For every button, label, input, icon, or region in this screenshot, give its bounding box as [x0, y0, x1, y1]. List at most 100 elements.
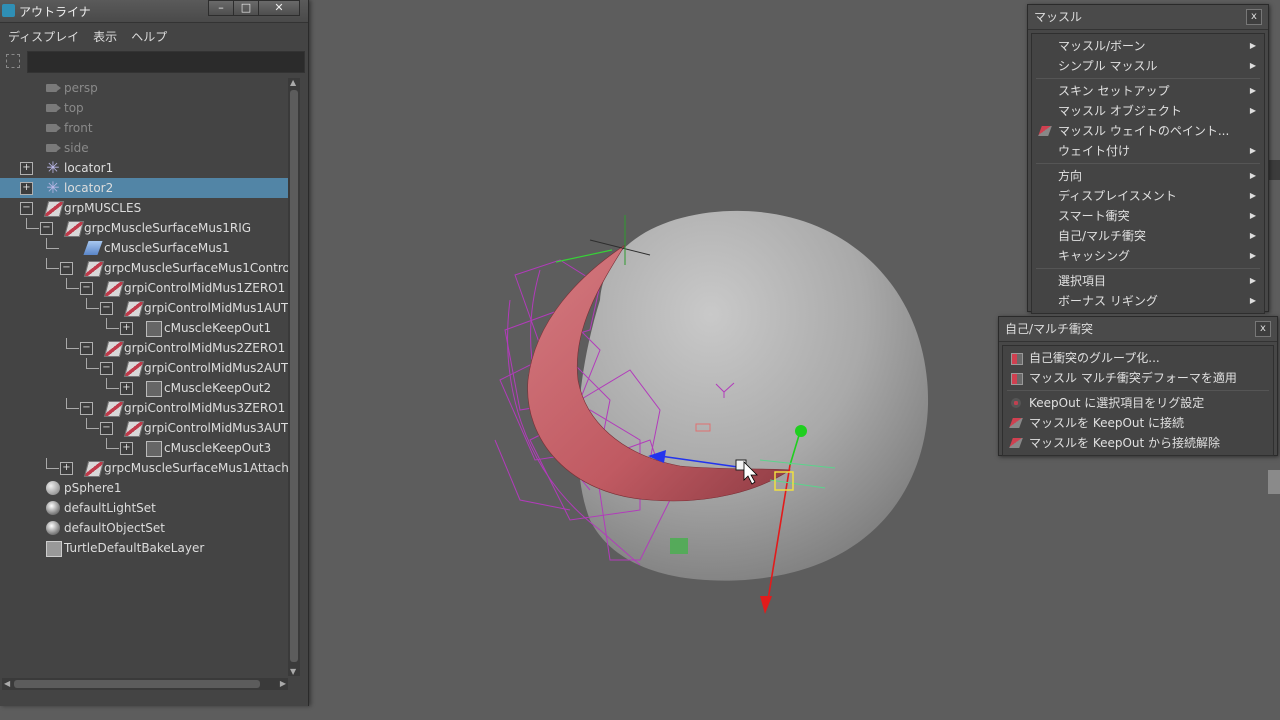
locator-icon: ✳ [46, 178, 60, 197]
outliner-item[interactable]: cMuscleSurfaceMus1 [0, 238, 288, 258]
outliner-item[interactable]: + grpcMuscleSurfaceMus1Attaches [0, 458, 288, 478]
group-icon [43, 201, 65, 217]
outliner-item-label: grpcMuscleSurfaceMus1Controls [104, 261, 288, 275]
outliner-item[interactable]: + ✳ locator1 [0, 158, 288, 178]
submenu-arrow-icon: ▶ [1249, 61, 1256, 70]
collapse-icon[interactable]: − [80, 282, 93, 295]
menu-separator [1036, 78, 1260, 79]
outliner-item[interactable]: persp [0, 78, 288, 98]
expand-icon[interactable]: + [20, 162, 33, 175]
muscle-surface-icon [83, 241, 103, 255]
search-input[interactable] [27, 51, 305, 73]
expand-icon[interactable]: + [120, 322, 133, 335]
outliner-item[interactable]: defaultObjectSet [0, 518, 288, 538]
collision-menu-window: 自己/マルチ衝突 x 自己衝突のグループ化... マッスル マルチ衝突デフォーマを… [998, 316, 1278, 456]
outliner-item[interactable]: TurtleDefaultBakeLayer [0, 538, 288, 558]
outliner-item[interactable]: − grpiControlMidMus1AUTO1 [0, 298, 288, 318]
vertical-scrollbar[interactable]: ▲ ▼ [288, 78, 300, 676]
muscle-menu-item[interactable]: キャッシング ▶ [1032, 246, 1264, 266]
outliner-item-label: persp [64, 81, 98, 95]
horizontal-scroll-thumb[interactable] [14, 680, 260, 688]
outliner-item[interactable]: + cMuscleKeepOut2 [0, 378, 288, 398]
collapse-icon[interactable]: − [20, 202, 33, 215]
collapse-icon[interactable]: − [60, 262, 73, 275]
muscle-menu-item[interactable]: マッスル ウェイトのペイント... [1032, 121, 1264, 141]
maximize-button[interactable]: □ [233, 0, 259, 16]
outliner-item[interactable]: − grpiControlMidMus2AUTO1 [0, 358, 288, 378]
outliner-item[interactable]: − grpiControlMidMus3ZERO1 [0, 398, 288, 418]
submenu-arrow-icon: ▶ [1249, 86, 1256, 95]
outliner-item[interactable]: side [0, 138, 288, 158]
muscle-menu-close-button[interactable]: x [1246, 9, 1262, 25]
collision-menu-item[interactable]: KeepOut に選択項目をリグ設定 [1003, 393, 1273, 413]
search-row [0, 49, 308, 73]
expand-icon[interactable]: + [60, 462, 73, 475]
muscle-menu-item[interactable]: ボーナス リギング ▶ [1032, 291, 1264, 311]
scroll-right-arrow[interactable]: ▶ [280, 679, 286, 688]
collision-menu-titlebar[interactable]: 自己/マルチ衝突 x [999, 317, 1277, 342]
horizontal-scrollbar[interactable]: ◀ ▶ [2, 678, 288, 690]
locator-icon: ✳ [46, 158, 60, 177]
outliner-item[interactable]: defaultLightSet [0, 498, 288, 518]
collapse-icon[interactable]: − [100, 422, 113, 435]
outliner-titlebar[interactable]: アウトライナ – □ ✕ [0, 0, 308, 23]
outliner-item[interactable]: pSphere1 [0, 478, 288, 498]
muscle-menu-item[interactable]: 選択項目 ▶ [1032, 271, 1264, 291]
collapse-icon[interactable]: − [100, 302, 113, 315]
muscle-menu-item[interactable]: スマート衝突 ▶ [1032, 206, 1264, 226]
scroll-down-arrow[interactable]: ▼ [290, 667, 296, 676]
outliner-item[interactable]: + ✳ locator2 [0, 178, 288, 198]
muscle-menu-item[interactable]: 自己/マルチ衝突 ▶ [1032, 226, 1264, 246]
menu-show[interactable]: 表示 [93, 28, 117, 45]
set-icon [46, 521, 60, 535]
collapse-icon[interactable]: − [100, 362, 113, 375]
outliner-item[interactable]: front [0, 118, 288, 138]
collision-menu-close-button[interactable]: x [1255, 321, 1271, 337]
sphere-mesh[interactable] [577, 210, 929, 581]
scroll-up-arrow[interactable]: ▲ [290, 78, 296, 87]
muscle-menu-item-label: 自己/マルチ衝突 [1058, 229, 1147, 243]
expand-icon[interactable]: + [120, 382, 133, 395]
close-button[interactable]: ✕ [258, 0, 300, 16]
collapse-icon[interactable]: − [40, 222, 53, 235]
outliner-item[interactable]: − grpcMuscleSurfaceMus1RIG [0, 218, 288, 238]
minimize-button[interactable]: – [208, 0, 234, 16]
muscle-menu-item[interactable]: マッスル オブジェクト ▶ [1032, 101, 1264, 121]
vertical-scroll-thumb[interactable] [290, 90, 298, 662]
muscle-menu-item[interactable]: 方向 ▶ [1032, 166, 1264, 186]
expand-icon[interactable]: + [20, 182, 33, 195]
menu-help[interactable]: ヘルプ [131, 28, 167, 45]
outliner-item[interactable]: − grpMUSCLES [0, 198, 288, 218]
outliner-item[interactable]: + cMuscleKeepOut1 [0, 318, 288, 338]
menu-separator [1036, 163, 1260, 164]
filter-icon[interactable] [6, 54, 20, 68]
keepout-icon [146, 321, 162, 337]
outliner-item[interactable]: − grpcMuscleSurfaceMus1Controls [0, 258, 288, 278]
collision-menu-item[interactable]: 自己衝突のグループ化... [1003, 348, 1273, 368]
outliner-item[interactable]: − grpiControlMidMus2ZERO1 [0, 338, 288, 358]
menu-display[interactable]: ディスプレイ [8, 28, 79, 45]
outliner-item[interactable]: + cMuscleKeepOut3 [0, 438, 288, 458]
collision-menu-item[interactable]: マッスルを KeepOut に接続 [1003, 413, 1273, 433]
outliner-item-label: cMuscleSurfaceMus1 [104, 241, 230, 255]
muscle-menu-item[interactable]: マッスル/ボーン ▶ [1032, 36, 1264, 56]
outliner-item[interactable]: top [0, 98, 288, 118]
collision-menu-item[interactable]: マッスルを KeepOut から接続解除 [1003, 433, 1273, 453]
collision-menu-item-label: マッスルを KeepOut に接続 [1029, 416, 1185, 430]
collision-deformer-icon [1011, 373, 1023, 385]
outliner-item[interactable]: − grpiControlMidMus3AUTO1 [0, 418, 288, 438]
muscle-menu-titlebar[interactable]: マッスル x [1028, 5, 1268, 30]
expand-icon[interactable]: + [120, 442, 133, 455]
muscle-menu-item[interactable]: シンプル マッスル ▶ [1032, 56, 1264, 76]
group-icon [123, 301, 145, 317]
move-z-arrow [760, 596, 772, 614]
muscle-menu-item[interactable]: ウェイト付け ▶ [1032, 141, 1264, 161]
muscle-menu-item[interactable]: ディスプレイスメント ▶ [1032, 186, 1264, 206]
outliner-item[interactable]: − grpiControlMidMus1ZERO1 [0, 278, 288, 298]
scroll-left-arrow[interactable]: ◀ [4, 679, 10, 688]
outliner-item-label: locator1 [64, 161, 114, 175]
muscle-menu-item[interactable]: スキン セットアップ ▶ [1032, 81, 1264, 101]
collapse-icon[interactable]: − [80, 342, 93, 355]
collapse-icon[interactable]: − [80, 402, 93, 415]
collision-menu-item[interactable]: マッスル マルチ衝突デフォーマを適用 [1003, 368, 1273, 388]
